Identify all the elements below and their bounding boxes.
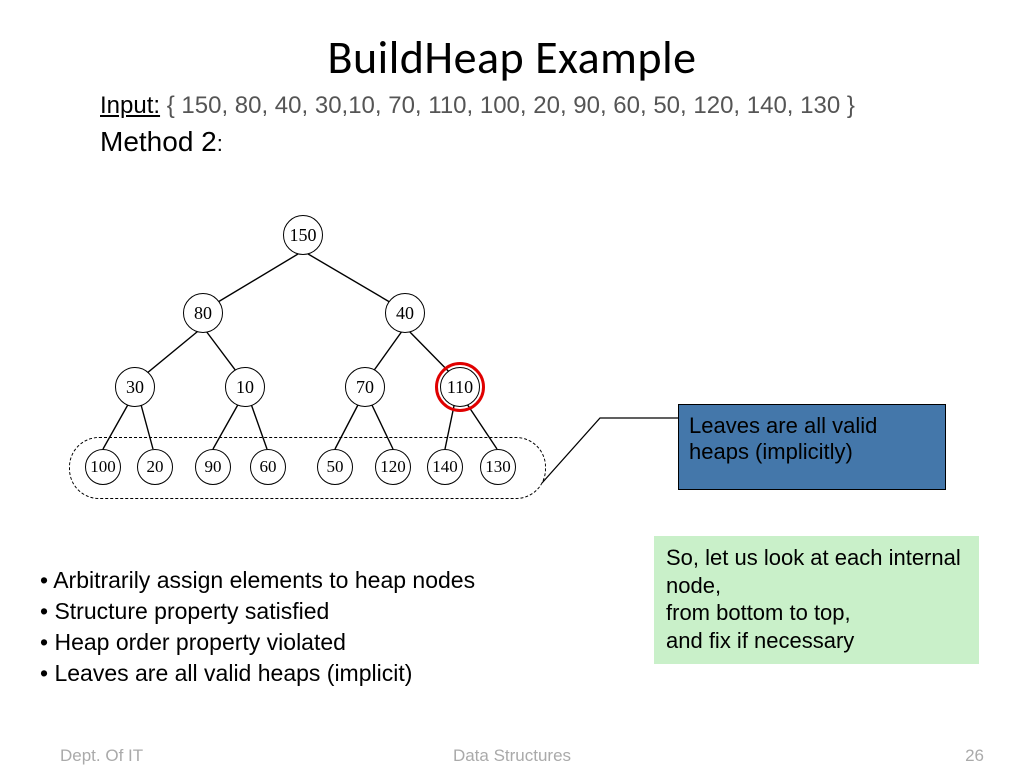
- bullet-text: Structure property satisfied: [54, 598, 329, 624]
- node: 20: [137, 449, 173, 485]
- node: 70: [345, 367, 385, 407]
- slide-title: BuildHeap Example: [0, 30, 1024, 86]
- node: 30: [115, 367, 155, 407]
- callout-box: Leaves are all valid heaps (implicitly): [678, 404, 946, 490]
- node: 120: [375, 449, 411, 485]
- method-colon: :: [217, 131, 223, 156]
- node: 50: [317, 449, 353, 485]
- bullet-item: • Structure property satisfied: [40, 596, 475, 627]
- input-values: { 150, 80, 40, 30,10, 70, 110, 100, 20, …: [160, 92, 855, 119]
- highlight-ring-icon: [435, 362, 485, 412]
- bullet-text: Leaves are all valid heaps (implicit): [54, 660, 412, 686]
- node: 90: [195, 449, 231, 485]
- heap-tree: 150 80 40 30 10 70 110 100 20 90 60 50 1…: [75, 215, 535, 505]
- node: 80: [183, 293, 223, 333]
- note-box: So, let us look at each internal node,fr…: [654, 536, 979, 664]
- bullet-item: • Heap order property violated: [40, 627, 475, 658]
- bullet-text: Heap order property violated: [54, 629, 346, 655]
- input-line: Input: { 150, 80, 40, 30,10, 70, 110, 10…: [100, 92, 855, 120]
- bullet-text: Arbitrarily assign elements to heap node…: [53, 567, 475, 593]
- node: 40: [385, 293, 425, 333]
- node: 60: [250, 449, 286, 485]
- footer-center: Data Structures: [0, 746, 1024, 766]
- node: 140: [427, 449, 463, 485]
- input-label: Input:: [100, 92, 160, 119]
- bullet-list: • Arbitrarily assign elements to heap no…: [40, 565, 475, 689]
- bullet-item: • Leaves are all valid heaps (implicit): [40, 658, 475, 689]
- node: 100: [85, 449, 121, 485]
- method-name: Method 2: [100, 126, 217, 157]
- node: 130: [480, 449, 516, 485]
- method-line: Method 2:: [100, 126, 223, 158]
- page-number: 26: [965, 746, 984, 766]
- bullet-item: • Arbitrarily assign elements to heap no…: [40, 565, 475, 596]
- slide: BuildHeap Example Input: { 150, 80, 40, …: [0, 0, 1024, 768]
- node: 10: [225, 367, 265, 407]
- node: 150: [283, 215, 323, 255]
